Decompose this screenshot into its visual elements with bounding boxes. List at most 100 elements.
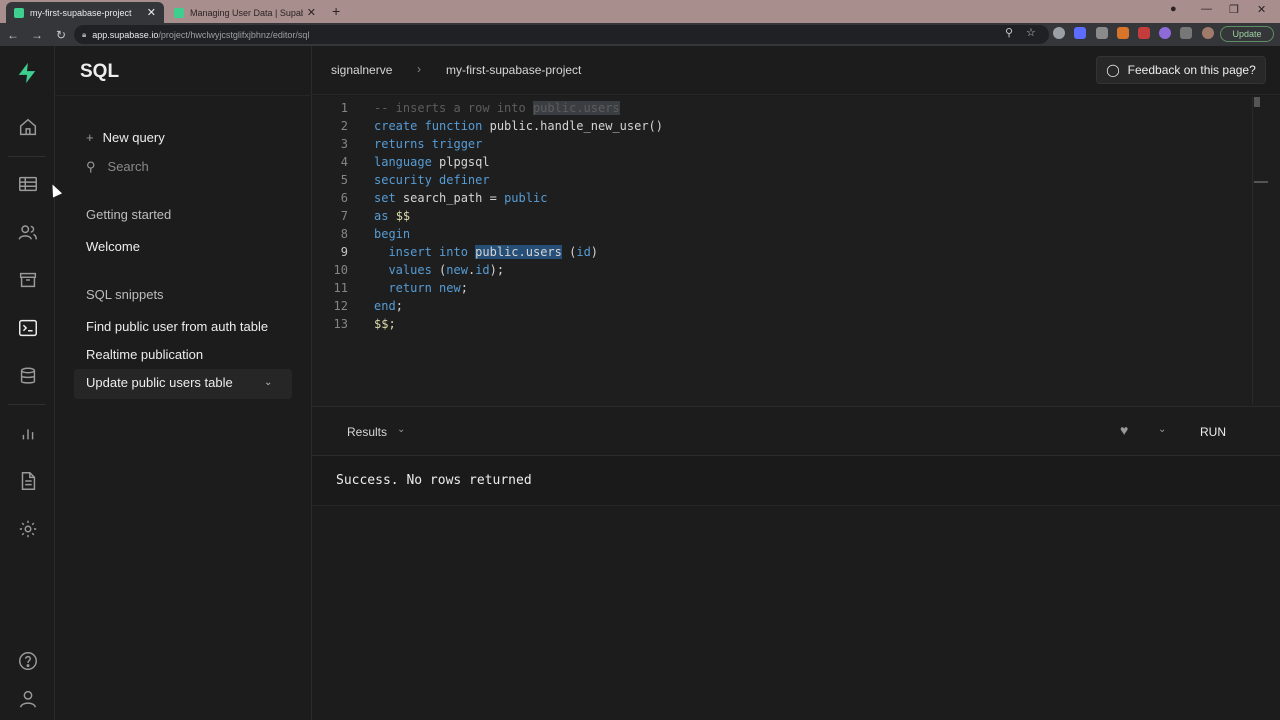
reports-icon[interactable] <box>17 422 39 444</box>
sidebar-title: SQL <box>80 61 120 82</box>
results-message: Success. No rows returned <box>336 473 532 488</box>
supabase-logo-icon[interactable] <box>16 62 38 84</box>
icon-rail <box>0 46 55 720</box>
sidebar-item-welcome[interactable]: Welcome <box>86 239 140 254</box>
line-number: 12 <box>333 299 348 313</box>
line-number: 10 <box>333 263 348 277</box>
chevron-down-icon[interactable]: ⌄ <box>1158 424 1166 435</box>
account-icon[interactable] <box>17 688 39 710</box>
breadcrumb-project[interactable]: my-first-supabase-project <box>446 63 581 77</box>
section-getting-started: Getting started <box>86 207 172 222</box>
chat-bubble-icon: ◯ <box>1106 63 1120 77</box>
extension-icon[interactable] <box>1138 27 1150 39</box>
url-path: /project/hwclwyjcstglifxjbhnz/editor/sql <box>158 29 310 40</box>
profile-avatar-icon[interactable] <box>1202 27 1214 39</box>
search-icon: ⚲ <box>86 159 96 174</box>
back-icon[interactable]: ← <box>2 28 24 42</box>
sql-sidebar: SQL + New query ⚲ Search Getting started W… <box>55 46 312 720</box>
section-sql-snippets: SQL snippets <box>86 287 164 302</box>
code-line: create function public.handle_new_user() <box>374 119 663 133</box>
search-input[interactable]: ⚲ Search <box>86 159 149 175</box>
help-icon[interactable] <box>17 650 39 672</box>
reload-icon[interactable]: ↻ <box>50 28 72 42</box>
table-editor-icon[interactable] <box>17 173 39 195</box>
snippet-item-selected[interactable]: Update public users table <box>86 375 233 390</box>
chevron-down-icon[interactable]: ⌄ <box>397 424 405 435</box>
sql-code-editor[interactable]: 1 -- inserts a row into public.users 2 cre… <box>312 96 1280 406</box>
line-number: 11 <box>333 281 348 295</box>
editor-scrollbar[interactable] <box>1252 97 1262 405</box>
browser-tab-strip: my-first-supabase-project ✕ Managing Use… <box>0 0 1280 23</box>
line-number: 6 <box>340 191 348 205</box>
line-number: 4 <box>340 155 348 169</box>
url-host: app.supabase.io <box>92 29 159 40</box>
address-bar[interactable]: 🔒︎ app.supabase.io /project/hwclwyjcstgl… <box>74 25 1049 44</box>
code-line: values (new.id); <box>388 263 505 277</box>
new-query-button[interactable]: + New query <box>86 130 165 145</box>
code-line: security definer <box>374 173 490 187</box>
close-tab-icon[interactable]: ✕ <box>307 6 316 19</box>
favorite-heart-icon[interactable]: ♥ <box>1120 422 1128 438</box>
browser-toolbar: ← → ↻ 🔒︎ app.supabase.io /project/hwclwy… <box>0 23 1280 46</box>
extension-icon[interactable] <box>1074 27 1086 39</box>
window-menu-icon[interactable]: ● <box>1170 3 1177 15</box>
home-icon[interactable] <box>17 116 39 138</box>
code-line: returns trigger <box>374 137 483 151</box>
settings-gear-icon[interactable] <box>17 518 39 540</box>
line-number: 1 <box>340 101 348 115</box>
sidebar-header-divider <box>55 95 312 96</box>
chevron-down-icon[interactable]: ⌄ <box>264 377 272 388</box>
forward-icon[interactable]: → <box>26 28 48 42</box>
line-number: 3 <box>340 137 348 151</box>
line-number: 13 <box>333 317 348 331</box>
results-panel: Success. No rows returned <box>312 456 1280 506</box>
close-tab-icon[interactable]: ✕ <box>147 6 156 19</box>
code-line: insert into public.users (id) <box>388 245 599 259</box>
results-toolbar: Results ⌄ ♥ ⌄ RUN <box>312 406 1280 456</box>
code-line: end; <box>374 299 403 313</box>
results-tab[interactable]: Results <box>347 425 387 439</box>
bookmark-star-icon[interactable]: ☆ <box>1026 26 1038 39</box>
extension-icon[interactable] <box>1053 27 1065 39</box>
storage-icon[interactable] <box>17 269 39 291</box>
extension-icon[interactable] <box>1096 27 1108 39</box>
code-line: as $$ <box>374 209 411 223</box>
feedback-button[interactable]: ◯ Feedback on this page? <box>1096 56 1266 84</box>
sql-editor-icon[interactable] <box>17 317 39 339</box>
line-number: 2 <box>340 119 348 133</box>
run-button[interactable]: RUN <box>1200 425 1226 439</box>
code-line: begin <box>374 227 411 241</box>
restore-button[interactable]: ❐ <box>1229 3 1239 16</box>
code-line: language plpgsql <box>374 155 490 169</box>
browser-tab-inactive[interactable]: Managing User Data | Supabase ✕ <box>166 2 324 23</box>
rail-divider <box>8 156 46 157</box>
browser-tab-active[interactable]: my-first-supabase-project ✕ <box>6 2 164 23</box>
extension-icon[interactable] <box>1117 27 1129 39</box>
line-number: 7 <box>340 209 348 223</box>
code-line: $$; <box>374 317 396 331</box>
line-number: 8 <box>340 227 348 241</box>
tab-title: Managing User Data | Supabase <box>190 7 303 18</box>
rail-divider <box>8 404 46 405</box>
snippet-item[interactable]: Find public user from auth table <box>86 319 268 334</box>
api-docs-icon[interactable] <box>17 470 39 492</box>
new-tab-button[interactable]: + <box>332 3 340 19</box>
zoom-icon[interactable]: ⚲ <box>1005 26 1017 39</box>
lock-icon: 🔒︎ <box>82 29 87 39</box>
database-icon[interactable] <box>17 365 39 387</box>
feedback-label: Feedback on this page? <box>1127 63 1256 77</box>
breadcrumb-org[interactable]: signalnerve <box>331 63 392 77</box>
line-number: 5 <box>340 173 348 187</box>
new-query-label: New query <box>102 130 165 145</box>
minimize-button[interactable]: — <box>1201 3 1212 15</box>
update-button[interactable]: Update <box>1220 26 1274 42</box>
code-line: set search_path = public <box>374 191 548 205</box>
editor-scroll-thumb[interactable] <box>1254 97 1260 107</box>
extension-icon[interactable] <box>1180 27 1192 39</box>
users-icon[interactable] <box>17 221 39 243</box>
snippet-item[interactable]: Realtime publication <box>86 347 203 362</box>
plus-icon: + <box>86 130 94 145</box>
extension-icon[interactable] <box>1159 27 1171 39</box>
line-number-current: 9 <box>340 245 348 259</box>
close-window-button[interactable]: ✕ <box>1257 3 1266 16</box>
